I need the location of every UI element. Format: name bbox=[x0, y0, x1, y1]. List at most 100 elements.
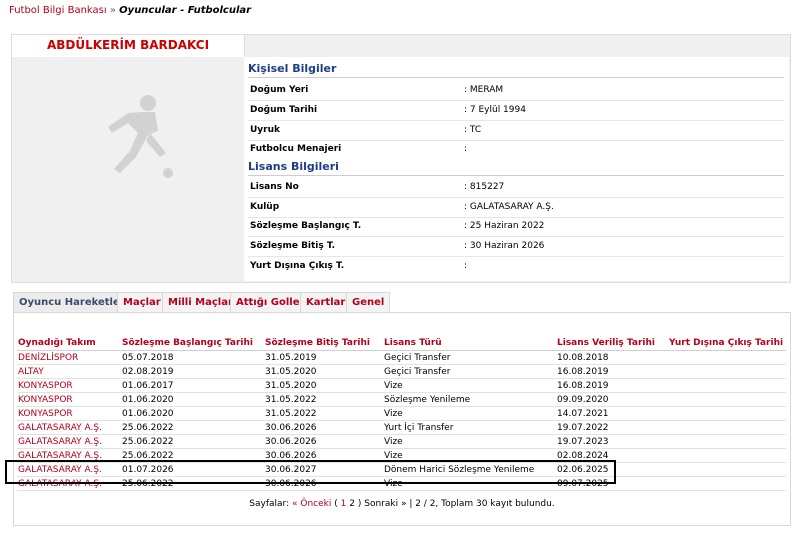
cell-contract-start: 01.06.2020 bbox=[121, 392, 264, 407]
col-team[interactable]: Oynadığı Takım bbox=[17, 336, 121, 351]
team-link[interactable]: GALATASARAY A.Ş. bbox=[17, 434, 121, 449]
club-label: Kulüp bbox=[250, 202, 280, 212]
abroad-date-value: : bbox=[464, 261, 468, 271]
row-divider bbox=[248, 140, 784, 141]
abroad-date-label: Yurt Dışına Çıkış T. bbox=[250, 261, 345, 271]
row-divider bbox=[248, 236, 784, 237]
row-divider bbox=[248, 256, 784, 257]
breadcrumb-root-link[interactable]: Futbol Bilgi Bankası bbox=[9, 5, 107, 16]
breadcrumb-current: Oyuncular - Futbolcular bbox=[119, 5, 252, 16]
cell-license-type: Vize bbox=[383, 378, 556, 393]
team-link[interactable]: KONYASPOR bbox=[17, 378, 121, 393]
contract-start-label: Sözleşme Başlangıç T. bbox=[250, 221, 362, 231]
pager-label: Sayfalar: bbox=[249, 499, 290, 509]
club-value: : GALATASARAY A.Ş. bbox=[464, 202, 554, 212]
player-silhouette-icon bbox=[108, 95, 173, 178]
pagination: Sayfalar: « Önceki ( 1 2 ) Sonraki » | 2… bbox=[14, 499, 790, 509]
cell-license-type: Yurt İçi Transfer bbox=[383, 420, 556, 435]
cell-contract-start: 01.06.2017 bbox=[121, 378, 264, 393]
table-row: KONYASPOR 01.06.2020 31.05.2022 Vize 14.… bbox=[17, 406, 786, 421]
breadcrumb: Futbol Bilgi Bankası » Oyuncular - Futbo… bbox=[9, 5, 251, 16]
team-link[interactable]: DENİZLİSPOR bbox=[17, 350, 121, 365]
cell-license-type: Geçici Transfer bbox=[383, 350, 556, 365]
birthdate-label: Doğum Tarihi bbox=[250, 105, 318, 115]
cell-issue-date: 16.08.2019 bbox=[556, 378, 668, 393]
tab-general[interactable]: Genel bbox=[346, 292, 391, 312]
team-link[interactable]: GALATASARAY A.Ş. bbox=[17, 420, 121, 435]
tab-matches[interactable]: Maçlar bbox=[117, 292, 167, 312]
player-history-panel: Oynadığı Takım Sözleşme Başlangıç Tarihi… bbox=[13, 312, 791, 526]
cell-abroad-date bbox=[668, 406, 786, 421]
cell-abroad-date bbox=[668, 434, 786, 449]
tab-cards[interactable]: Kartlar bbox=[300, 292, 352, 312]
tab-player-movements[interactable]: Oyuncu Hareketleri bbox=[13, 292, 135, 312]
pager-page-2-current: 2 bbox=[349, 499, 355, 509]
nationality-value: : TC bbox=[464, 125, 482, 135]
cell-contract-start: 05.07.2018 bbox=[121, 350, 264, 365]
player-info-panel: Kişisel Bilgiler Doğum Yeri : MERAM Doğu… bbox=[244, 57, 789, 281]
team-link[interactable]: ALTAY bbox=[17, 364, 121, 379]
cell-contract-end: 31.05.2020 bbox=[264, 378, 383, 393]
team-link[interactable]: KONYASPOR bbox=[17, 392, 121, 407]
player-name: ABDÜLKERİM BARDAKCI bbox=[46, 38, 210, 52]
nationality-label: Uyruk bbox=[250, 125, 281, 135]
breadcrumb-separator: » bbox=[109, 5, 116, 16]
birthplace-label: Doğum Yeri bbox=[250, 85, 309, 95]
cell-issue-date: 09.09.2020 bbox=[556, 392, 668, 407]
cell-abroad-date bbox=[668, 448, 786, 463]
table-row: GALATASARAY A.Ş. 25.06.2022 30.06.2026 Y… bbox=[17, 420, 786, 435]
cell-license-type: Geçici Transfer bbox=[383, 364, 556, 379]
row-divider bbox=[248, 197, 784, 198]
pager-page-1-link[interactable]: 1 bbox=[341, 499, 347, 509]
cell-issue-date: 16.08.2019 bbox=[556, 364, 668, 379]
cell-issue-date: 14.07.2021 bbox=[556, 406, 668, 421]
tab-goals[interactable]: Attığı Goller bbox=[230, 292, 311, 312]
personal-info-title: Kişisel Bilgiler bbox=[248, 62, 784, 78]
contract-end-label: Sözleşme Bitiş T. bbox=[250, 241, 336, 251]
col-abroad-date[interactable]: Yurt Dışına Çıkış Tarihi bbox=[668, 336, 786, 351]
cell-contract-end: 31.05.2020 bbox=[264, 364, 383, 379]
pager-close-paren: ) bbox=[357, 499, 362, 509]
player-name-tab: ABDÜLKERİM BARDAKCI bbox=[12, 35, 245, 57]
pager-summary: | 2 / 2, Toplam 30 kayıt bulundu. bbox=[409, 499, 555, 509]
cell-abroad-date bbox=[668, 378, 786, 393]
cell-contract-start: 02.08.2019 bbox=[121, 364, 264, 379]
table-row: KONYASPOR 01.06.2020 31.05.2022 Sözleşme… bbox=[17, 392, 786, 407]
col-license-issue-date[interactable]: Lisans Veriliş Tarihi bbox=[556, 336, 668, 351]
col-license-type[interactable]: Lisans Türü bbox=[383, 336, 556, 351]
agent-value: : bbox=[464, 144, 468, 154]
col-contract-start[interactable]: Sözleşme Başlangıç Tarihi bbox=[121, 336, 264, 351]
pager-prev-link[interactable]: « Önceki bbox=[292, 499, 331, 509]
table-row: ALTAY 02.08.2019 31.05.2020 Geçici Trans… bbox=[17, 364, 786, 379]
cell-license-type: Vize bbox=[383, 406, 556, 421]
cell-contract-end: 31.05.2019 bbox=[264, 350, 383, 365]
table-row: GALATASARAY A.Ş. 25.06.2022 30.06.2026 V… bbox=[17, 434, 786, 449]
cell-license-type: Vize bbox=[383, 434, 556, 449]
cell-abroad-date bbox=[668, 364, 786, 379]
col-contract-end[interactable]: Sözleşme Bitiş Tarihi bbox=[264, 336, 383, 351]
table-header-row: Oynadığı Takım Sözleşme Başlangıç Tarihi… bbox=[17, 336, 786, 351]
cell-contract-end: 30.06.2026 bbox=[264, 420, 383, 435]
contract-end-value: : 30 Haziran 2026 bbox=[464, 241, 545, 251]
cell-contract-end: 31.05.2022 bbox=[264, 392, 383, 407]
cell-contract-start: 01.06.2020 bbox=[121, 406, 264, 421]
cell-license-type: Sözleşme Yenileme bbox=[383, 392, 556, 407]
row-divider bbox=[248, 120, 784, 121]
row-divider bbox=[248, 217, 784, 218]
cell-abroad-date bbox=[668, 350, 786, 365]
cell-contract-start: 25.06.2022 bbox=[121, 434, 264, 449]
tab-national-matches[interactable]: Milli Maçlar bbox=[162, 292, 239, 312]
cell-abroad-date bbox=[668, 462, 786, 477]
cell-contract-end: 30.06.2026 bbox=[264, 434, 383, 449]
cell-issue-date: 19.07.2023 bbox=[556, 434, 668, 449]
license-no-value: : 815227 bbox=[464, 182, 505, 192]
cell-abroad-date bbox=[668, 420, 786, 435]
birthplace-value: : MERAM bbox=[464, 85, 504, 95]
cell-issue-date: 10.08.2018 bbox=[556, 350, 668, 365]
table-row: KONYASPOR 01.06.2017 31.05.2020 Vize 16.… bbox=[17, 378, 786, 393]
license-no-label: Lisans No bbox=[250, 182, 299, 192]
pager-next-link: Sonraki » bbox=[364, 499, 407, 509]
cell-abroad-date bbox=[668, 392, 786, 407]
team-link[interactable]: KONYASPOR bbox=[17, 406, 121, 421]
row-divider bbox=[248, 100, 784, 101]
